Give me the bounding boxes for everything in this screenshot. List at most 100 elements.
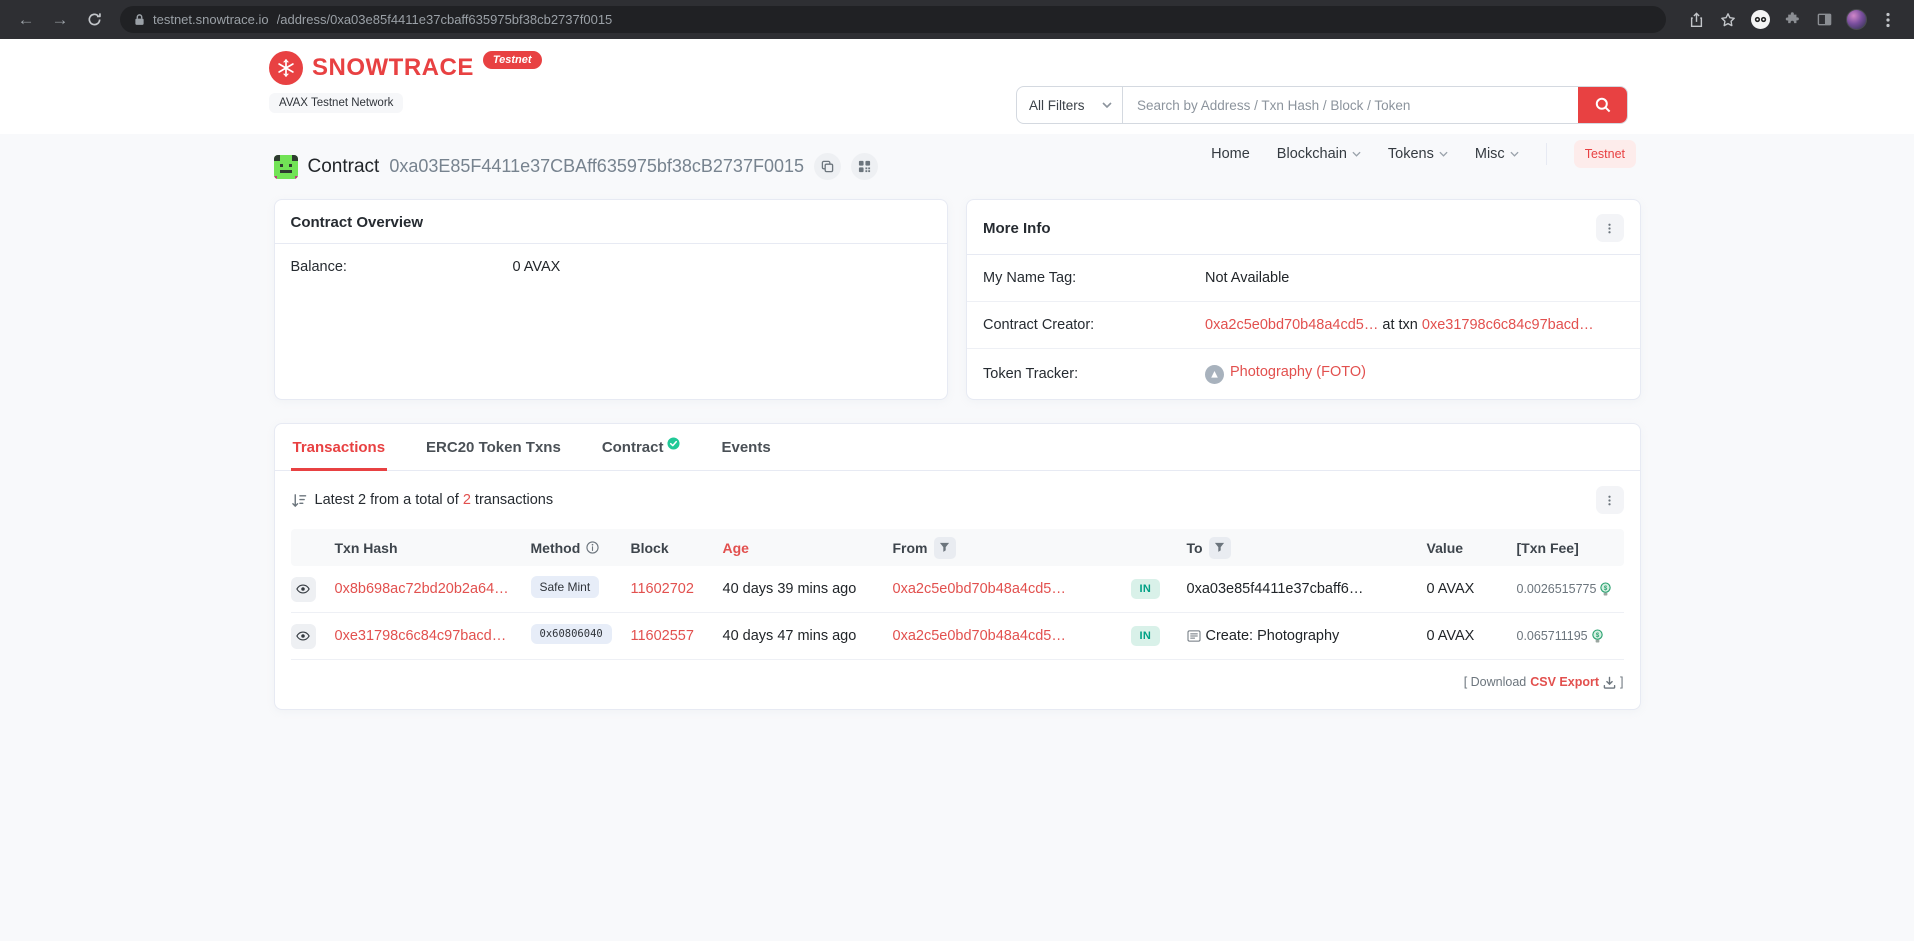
- browser-forward-button[interactable]: →: [46, 6, 74, 34]
- balance-label: Balance:: [291, 259, 513, 275]
- brand-testnet-badge: Testnet: [483, 51, 542, 69]
- tab-transactions[interactable]: Transactions: [291, 424, 388, 471]
- extension-owl-button[interactable]: [1746, 6, 1774, 34]
- nav-home[interactable]: Home: [1211, 146, 1250, 162]
- address-bar[interactable]: testnet.snowtrace.io/address/0xa03e85f44…: [120, 6, 1666, 33]
- to-filter-button[interactable]: [1209, 537, 1231, 559]
- to-address: 0xa03e85f4411e37cbaff6…: [1187, 581, 1427, 597]
- kebab-icon: [1608, 222, 1611, 235]
- txn-value: 0 AVAX: [1427, 628, 1517, 644]
- method-badge[interactable]: Safe Mint: [531, 576, 600, 598]
- col-to: To: [1187, 537, 1427, 559]
- block-link[interactable]: 11602702: [631, 581, 723, 597]
- more-info-menu-button[interactable]: [1596, 214, 1624, 242]
- search-bar: All Filters: [1016, 86, 1628, 124]
- direction-badge: IN: [1131, 579, 1161, 599]
- network-label: AVAX Testnet Network: [269, 93, 403, 113]
- token-tracker-link[interactable]: Photography (FOTO): [1230, 364, 1366, 380]
- block-link[interactable]: 11602557: [631, 628, 723, 644]
- txn-hash-link[interactable]: 0xe31798c6c84c97bacd…: [335, 628, 520, 644]
- transaction-row: 0x8b698ac72bd20b2a64… Safe Mint 11602702…: [291, 566, 1624, 613]
- chevron-down-icon: [1439, 151, 1448, 157]
- col-value: Value: [1427, 540, 1517, 556]
- nav-blockchain[interactable]: Blockchain: [1277, 146, 1361, 162]
- txn-hash-link[interactable]: 0x8b698ac72bd20b2a64…: [335, 581, 520, 597]
- name-tag-value: Not Available: [1205, 270, 1289, 286]
- info-icon[interactable]: [586, 541, 599, 554]
- contract-address: 0xa03E85F4411e37CBAff635975bf38cB2737F00…: [389, 156, 804, 177]
- direction-badge: IN: [1131, 626, 1161, 646]
- creator-address-link[interactable]: 0xa2c5e0bd70b48a4cd5…: [1205, 317, 1378, 333]
- contract-blockies-avatar: [274, 155, 298, 179]
- star-icon: [1720, 12, 1736, 28]
- chevron-down-icon: [1352, 151, 1361, 157]
- url-domain: testnet.snowtrace.io: [153, 12, 269, 27]
- col-age[interactable]: Age: [723, 540, 893, 556]
- table-header: Txn Hash Method Block Age From To Value …: [291, 529, 1624, 566]
- nav-misc[interactable]: Misc: [1475, 146, 1519, 162]
- verified-check-icon: [667, 437, 680, 450]
- tab-contract[interactable]: Contract: [600, 424, 683, 471]
- chrome-menu-button[interactable]: [1874, 6, 1902, 34]
- tab-erc20-token-txns[interactable]: ERC20 Token Txns: [424, 424, 563, 471]
- search-filter-dropdown[interactable]: All Filters: [1017, 87, 1123, 123]
- more-info-card: More Info My Name Tag: Not Available Con…: [966, 199, 1641, 400]
- kebab-icon: [1608, 494, 1611, 507]
- site-header: SNOWTRACE Testnet AVAX Testnet Network A…: [0, 39, 1914, 134]
- back-icon: ←: [18, 10, 35, 30]
- copy-icon: [821, 160, 834, 173]
- share-button[interactable]: [1682, 6, 1710, 34]
- qr-code-button[interactable]: [851, 153, 878, 180]
- qr-code-icon: [858, 160, 871, 173]
- name-tag-row: My Name Tag: Not Available: [967, 255, 1640, 302]
- txn-fee: 0.0026515775 $: [1517, 582, 1624, 597]
- reload-icon: [87, 12, 102, 27]
- preview-txn-button[interactable]: [291, 624, 316, 649]
- funnel-icon: [1214, 542, 1225, 553]
- nav-divider: [1546, 143, 1547, 165]
- browser-reload-button[interactable]: [80, 6, 108, 34]
- browser-back-button[interactable]: ←: [12, 6, 40, 34]
- from-filter-button[interactable]: [934, 537, 956, 559]
- token-logo-icon: [1205, 365, 1224, 384]
- token-tracker-row: Token Tracker: Photography (FOTO): [967, 349, 1640, 399]
- csv-export-link[interactable]: CSV Export: [1530, 675, 1599, 689]
- transactions-card: Transactions ERC20 Token Txns Contract E…: [274, 423, 1641, 710]
- search-button[interactable]: [1578, 87, 1627, 123]
- creator-txn-link[interactable]: 0xe31798c6c84c97bacd…: [1422, 317, 1594, 333]
- testnet-network-button[interactable]: Testnet: [1574, 140, 1636, 168]
- side-panel-button[interactable]: [1810, 6, 1838, 34]
- tracker-label: Token Tracker:: [983, 366, 1205, 382]
- from-address-link[interactable]: 0xa2c5e0bd70b48a4cd5…: [893, 628, 1108, 644]
- preview-txn-button[interactable]: [291, 577, 316, 602]
- gas-bulb-icon[interactable]: $: [1591, 629, 1604, 644]
- transactions-menu-button[interactable]: [1596, 486, 1624, 514]
- txn-value: 0 AVAX: [1427, 581, 1517, 597]
- side-panel-icon: [1817, 12, 1832, 27]
- eye-icon: [296, 631, 310, 641]
- bookmark-star-button[interactable]: [1714, 6, 1742, 34]
- tab-events[interactable]: Events: [719, 424, 772, 471]
- nav-tokens[interactable]: Tokens: [1388, 146, 1448, 162]
- contract-creator-row: Contract Creator: 0xa2c5e0bd70b48a4cd5… …: [967, 302, 1640, 349]
- lock-icon: [134, 13, 145, 26]
- sort-icon: [291, 493, 307, 508]
- search-input[interactable]: [1123, 87, 1578, 123]
- main-content: Contract 0xa03E85F4411e37CBAff635975bf38…: [0, 134, 1914, 710]
- copy-address-button[interactable]: [814, 153, 841, 180]
- browser-toolbar: ← → testnet.snowtrace.io/address/0xa03e8…: [0, 0, 1914, 39]
- transactions-count: 2: [463, 492, 471, 508]
- extension-icon: [1751, 10, 1770, 29]
- snowtrace-logo[interactable]: SNOWTRACE Testnet: [269, 51, 542, 85]
- txn-age: 40 days 47 mins ago: [723, 628, 893, 644]
- search-icon: [1595, 97, 1611, 113]
- extensions-puzzle-button[interactable]: [1778, 6, 1806, 34]
- txn-fee: 0.065711195 $: [1517, 629, 1624, 644]
- method-badge[interactable]: 0x60806040: [531, 624, 612, 644]
- balance-value: 0 AVAX: [513, 259, 561, 275]
- contract-file-icon: [1187, 630, 1201, 642]
- main-nav: Home Blockchain Tokens Misc Testnet: [1211, 140, 1636, 168]
- profile-avatar-button[interactable]: [1842, 6, 1870, 34]
- from-address-link[interactable]: 0xa2c5e0bd70b48a4cd5…: [893, 581, 1108, 597]
- gas-bulb-icon[interactable]: $: [1599, 582, 1612, 597]
